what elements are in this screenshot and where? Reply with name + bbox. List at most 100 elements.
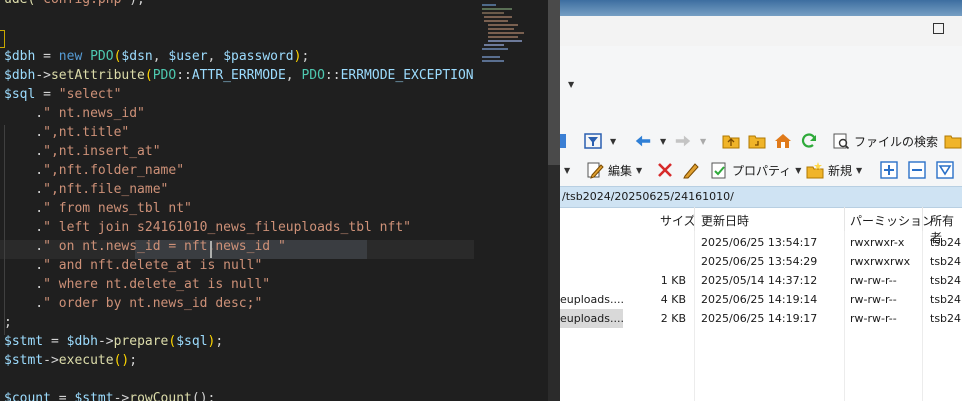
code-token: PDO [90, 49, 114, 64]
code-line[interactable]: $count = $stmt->rowCount(); [4, 389, 215, 401]
code-token: -> [43, 353, 59, 368]
code-line[interactable]: ude('config.php'); [4, 0, 145, 9]
code-token: (); [191, 391, 216, 401]
column-divider[interactable] [922, 207, 923, 231]
table-row[interactable]: 1 KB 2025/05/14 14:37:12 rw-rw-r-- tsb24 [560, 271, 962, 290]
path-bar[interactable]: /tsb2024/20250625/24161010/ [560, 186, 962, 208]
code-line[interactable]: .",nt.title" [4, 123, 129, 142]
delete-x-icon [658, 163, 672, 177]
table-row[interactable]: 2025/06/25 13:54:17 rwxrwxr-x tsb24 [560, 233, 962, 252]
cell-owner: tsb24 [930, 274, 962, 287]
code-line[interactable]: ." on nt.news_id = nft.news_id " [4, 237, 286, 256]
column-header-modified[interactable]: 更新日時 [701, 212, 749, 229]
code-token: " where nt.delete_at is null" [43, 277, 271, 292]
back-button[interactable]: ▼ [634, 131, 666, 151]
code-line[interactable]: ." order by nt.news_id desc;" [4, 294, 262, 313]
code-token: " on nt.news_id = nft.news_id " [43, 239, 286, 254]
code-token: $sql [4, 87, 36, 102]
add-button[interactable] [880, 160, 902, 180]
chevron-down-icon: ▼ [564, 165, 571, 175]
delete-button[interactable] [656, 160, 678, 180]
table-row[interactable]: euploads.... 2 KB 2025/06/25 14:19:17 rw-rw… [560, 309, 962, 328]
folder-icon [944, 135, 962, 149]
code-line[interactable]: ." nt.news_id" [4, 104, 145, 123]
code-token: new [58, 49, 83, 64]
code-token: setAttribute [50, 68, 145, 83]
code-line[interactable]: $stmt->execute(); [4, 351, 137, 370]
forward-button[interactable]: ▼ [674, 131, 706, 151]
minimap-line [484, 20, 508, 22]
chevron-down-icon[interactable]: ▼ [568, 80, 574, 89]
column-divider[interactable] [844, 207, 845, 231]
parent-folder-button[interactable] [722, 131, 744, 151]
minimap[interactable] [474, 0, 548, 401]
maximize-button[interactable] [933, 23, 944, 34]
cell-modified: 2025/06/25 14:19:17 [701, 312, 818, 325]
filter-select-button[interactable] [936, 160, 958, 180]
code-line[interactable]: $dbh->setAttribute(PDO::ATTR_ERRMODE, PD… [4, 66, 474, 85]
code-line[interactable]: ." from news_tbl nt" [4, 199, 192, 218]
refresh-button[interactable] [800, 131, 822, 151]
code-token: $dbh [4, 68, 36, 83]
properties-button[interactable]: プロパティ ▼ [710, 160, 801, 180]
code-token: . [4, 163, 44, 178]
editor-scrollbar-thumb[interactable] [548, 0, 560, 165]
code-line[interactable]: $dbh = new PDO($dsn, $user, $password); [4, 47, 309, 66]
code-line[interactable]: $sql = "select" [4, 85, 121, 104]
code-token: , [207, 49, 224, 64]
cell-permission: rwxrwxrwx [850, 255, 911, 268]
edit-button[interactable]: 編集 ▼ [586, 160, 642, 180]
remove-button[interactable] [908, 160, 930, 180]
editor-scrollbar-track[interactable] [548, 165, 560, 401]
code-token: $password [223, 49, 294, 64]
cell-name: euploads.... [560, 312, 624, 325]
rename-button[interactable] [682, 160, 704, 180]
minimap-line [488, 28, 514, 30]
minus-icon [908, 161, 926, 179]
home-button[interactable] [774, 131, 796, 151]
code-line[interactable]: .",nt.insert_at" [4, 142, 160, 161]
code-line[interactable]: .",nft.file_name" [4, 180, 168, 199]
new-folder-icon [806, 162, 824, 179]
cell-permission: rw-rw-r-- [850, 274, 897, 287]
code-line[interactable]: ." where nt.delete_at is null" [4, 275, 270, 294]
table-row[interactable]: 2025/06/25 13:54:29 rwxrwxrwx tsb24 [560, 252, 962, 271]
code-token: . [4, 201, 44, 216]
code-token: () [113, 353, 130, 368]
code-line[interactable]: ." left join s24161010_news_fileuploads_… [4, 218, 411, 237]
current-path: /tsb2024/20250625/24161010/ [562, 190, 734, 203]
code-token: prepare [113, 334, 169, 349]
filter-button[interactable]: ▼ [584, 131, 616, 151]
table-row[interactable]: euploads.... 4 KB 2025/06/25 14:19:14 rw-rw… [560, 290, 962, 309]
code-token: $stmt [4, 353, 44, 368]
code-token: "select" [58, 87, 122, 102]
code-token: ATTR_ERRMODE [191, 68, 286, 83]
toolbar-dropdown[interactable]: ▼ [564, 160, 570, 180]
minimap-line [488, 40, 522, 42]
search-files-button[interactable]: ファイルの検索 [832, 131, 938, 151]
file-manager-window[interactable]: ▼ ▼ ▼ ▼ ファイルの検索 ▼ 編集 ▼ プロパティ ▼ 新規 ▼ /tsb… [560, 0, 962, 401]
minimap-line [484, 16, 512, 18]
minimap-line [482, 12, 504, 14]
code-token: ); [129, 0, 145, 7]
code-editor[interactable]: ude('config.php'); $dbh = new PDO($dsn, $… [0, 0, 474, 401]
view-button[interactable] [560, 131, 582, 151]
code-token: " from news_tbl nt" [43, 201, 192, 216]
code-line[interactable]: ." and nft.delete_at is null" [4, 256, 262, 275]
cell-modified: 2025/06/25 14:19:14 [701, 293, 818, 306]
new-button[interactable]: 新規 ▼ [806, 160, 862, 180]
minimap-line [488, 32, 524, 34]
code-token: $stmt [74, 391, 114, 401]
code-token: = [50, 391, 75, 401]
cell-modified: 2025/06/25 13:54:17 [701, 236, 818, 249]
code-token: . [4, 220, 44, 235]
code-token: 'config.php' [35, 0, 129, 7]
extra-toolbar-button[interactable] [944, 131, 962, 151]
column-divider[interactable] [694, 207, 695, 231]
code-line[interactable]: ; [4, 313, 12, 332]
code-token: PDO [301, 68, 325, 83]
root-folder-button[interactable] [748, 131, 770, 151]
column-header-size[interactable]: サイズ [660, 212, 696, 229]
code-line[interactable]: $stmt = $dbh->prepare($sql); [4, 332, 223, 351]
code-line[interactable]: .",nft.folder_name" [4, 161, 184, 180]
